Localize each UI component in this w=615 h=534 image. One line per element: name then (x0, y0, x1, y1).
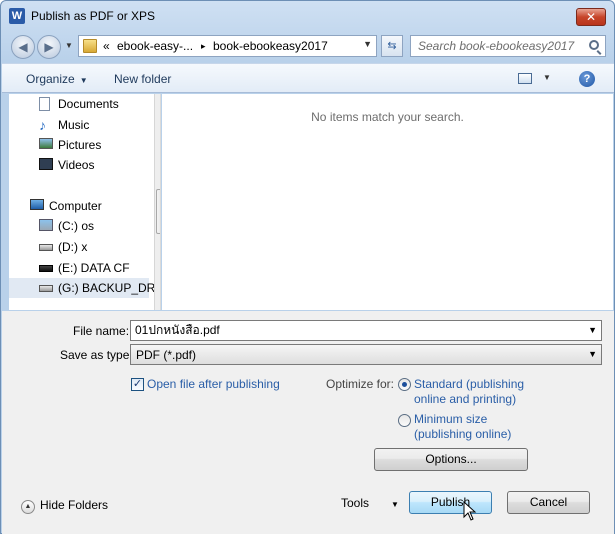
options-button[interactable]: Options... (374, 448, 528, 471)
save-as-type-select[interactable]: PDF (*.pdf) ▼ (130, 344, 602, 365)
file-name-input[interactable] (131, 321, 581, 340)
tree-item-drive-d[interactable]: (D:) x (9, 237, 149, 257)
publish-button[interactable]: Publish (409, 491, 492, 514)
drive-g-icon (39, 285, 53, 292)
search-icon[interactable] (589, 40, 599, 50)
file-name-dropdown-icon[interactable]: ▼ (588, 325, 597, 335)
tree-item-label: (C:) os (58, 219, 94, 233)
search-input[interactable] (411, 36, 583, 56)
toolbar: Organize ▼ New folder ▼ ? (2, 63, 614, 93)
hide-folders-button[interactable]: Hide Folders (40, 498, 108, 512)
drive-e-icon (39, 265, 53, 272)
open-after-publishing-label[interactable]: Open file after publishing (147, 377, 280, 391)
search-box[interactable] (410, 35, 606, 57)
breadcrumb-ebook-easy[interactable]: ebook-easy-... (117, 39, 193, 53)
word-app-icon: W (9, 8, 25, 24)
drive-c-icon (39, 219, 53, 231)
tree-item-drive-e[interactable]: (E:) DATA CF (9, 258, 149, 278)
chevron-up-icon[interactable]: ▲ (21, 500, 35, 514)
tree-item-videos[interactable]: Videos (9, 155, 149, 175)
standard-option-line1[interactable]: Standard (publishing (414, 377, 524, 391)
tree-item-pictures[interactable]: Pictures (9, 135, 149, 155)
address-bar[interactable]: « ebook-easy-... ▸ book-ebookeasy2017 ▼ (78, 35, 377, 57)
help-icon[interactable]: ? (579, 71, 595, 87)
computer-icon (30, 199, 44, 210)
file-name-combo[interactable]: ▼ (130, 320, 602, 341)
tree-item-label: (E:) DATA CF (58, 261, 130, 275)
change-view-icon[interactable] (518, 73, 532, 84)
tree-item-label: Videos (58, 158, 95, 172)
breadcrumb-book-ebookeasy2017[interactable]: book-ebookeasy2017 (213, 39, 328, 53)
drive-d-icon (39, 244, 53, 251)
close-button[interactable]: ✕ (576, 8, 606, 26)
standard-option-line2[interactable]: online and printing) (414, 392, 516, 406)
cancel-button[interactable]: Cancel (507, 491, 590, 514)
tree-item-drive-c[interactable]: (C:) os (9, 216, 149, 236)
title-bar[interactable]: W Publish as PDF or XPS ✕ (1, 1, 614, 31)
tree-item-drive-g[interactable]: (G:) BACKUP_DRV (9, 278, 160, 298)
chevron-down-icon: ▼ (79, 76, 88, 85)
save-as-type-value: PDF (*.pdf) (136, 348, 197, 362)
dialog-window: W Publish as PDF or XPS ✕ ◀ ▶ ▼ « ebook-… (0, 0, 615, 534)
recent-locations-dropdown-icon[interactable]: ▼ (65, 41, 73, 50)
tree-item-label: Computer (49, 199, 102, 213)
navigation-scrollbar[interactable] (154, 94, 160, 310)
tree-item-computer[interactable]: Computer (9, 196, 149, 216)
save-as-type-dropdown-icon[interactable]: ▼ (588, 349, 597, 359)
minimum-option-line2[interactable]: (publishing online) (414, 427, 511, 441)
mouse-cursor-icon (463, 501, 477, 521)
file-name-label: File name: (73, 324, 130, 338)
open-after-publishing-checkbox[interactable]: ✓ (131, 378, 144, 391)
address-dropdown-icon[interactable]: ▼ (363, 39, 372, 49)
optimize-for-label: Optimize for: (326, 377, 395, 391)
tree-item-music[interactable]: ♪ Music (9, 115, 149, 135)
videos-icon (39, 158, 53, 170)
tools-menu[interactable]: Tools ▼ (341, 496, 399, 510)
minimum-size-radio[interactable] (398, 414, 411, 427)
tools-label: Tools (341, 496, 370, 510)
documents-icon (39, 97, 50, 111)
back-button[interactable]: ◀ (11, 35, 35, 59)
new-folder-button[interactable]: New folder (114, 72, 171, 86)
tree-item-documents[interactable]: Documents (9, 94, 149, 114)
tools-dropdown-icon: ▼ (391, 500, 399, 509)
tree-item-label: Documents (58, 97, 119, 111)
organize-menu[interactable]: Organize ▼ (26, 72, 88, 86)
folder-icon (83, 39, 97, 53)
music-icon: ♪ (39, 117, 46, 133)
save-as-type-label: Save as type: (60, 348, 133, 362)
navigation-pane[interactable]: Documents ♪ Music Pictures Videos Comput… (9, 94, 161, 310)
file-list[interactable]: No items match your search. (162, 94, 613, 310)
window-title: Publish as PDF or XPS (31, 9, 156, 23)
tree-item-label: Music (58, 118, 90, 132)
breadcrumb-separator-icon[interactable]: ▸ (201, 41, 206, 52)
organize-label: Organize (26, 72, 75, 86)
standard-radio[interactable] (398, 378, 411, 391)
view-options-dropdown-icon[interactable]: ▼ (543, 73, 551, 82)
tree-item-label: (G:) BACKUP_DRV (58, 281, 161, 295)
scrollbar-thumb[interactable] (156, 189, 160, 234)
tree-item-label: (D:) x (58, 240, 88, 254)
pictures-icon (39, 138, 53, 149)
tree-item-label: Pictures (58, 138, 102, 152)
minimum-option-line1[interactable]: Minimum size (414, 412, 487, 426)
breadcrumb-overflow[interactable]: « (103, 39, 110, 53)
empty-message: No items match your search. (311, 110, 464, 124)
forward-button[interactable]: ▶ (37, 35, 61, 59)
refresh-button[interactable]: ⇆ (381, 35, 403, 57)
